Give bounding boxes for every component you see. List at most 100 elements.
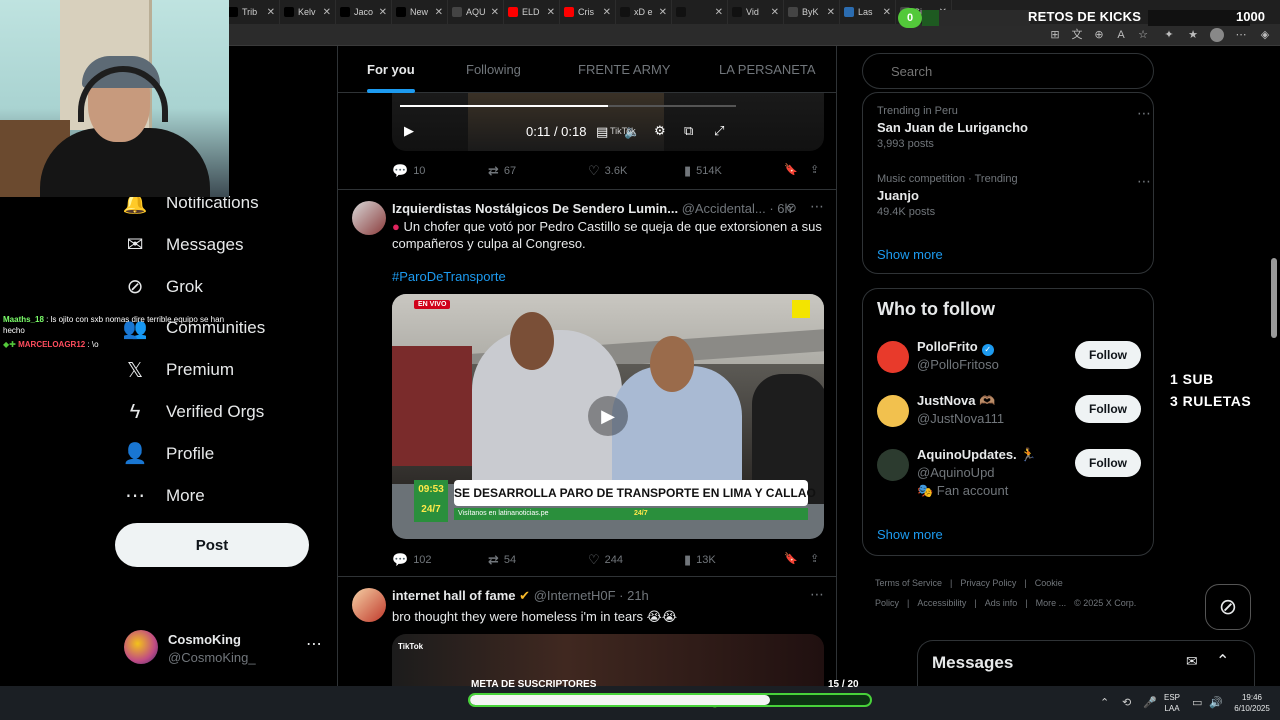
tab-groups-icon[interactable]: ⊞ <box>1048 28 1062 42</box>
views-button[interactable]: ▮ 514K <box>684 163 722 179</box>
avatar[interactable] <box>877 395 909 427</box>
close-icon[interactable]: ✕ <box>771 7 779 18</box>
video-player[interactable]: EN VIVO ▶ 09:53 24/7 SE DESARROLLA PARO D… <box>392 294 824 539</box>
follow-suggestion[interactable]: JustNova 🫶🏽 @JustNova111 Follow <box>877 393 1141 437</box>
grok-icon[interactable]: ⊘ <box>786 200 797 216</box>
author-handle[interactable]: @Accidental... <box>682 201 766 216</box>
system-clock[interactable]: 19:46 6/10/2025 <box>1228 692 1276 714</box>
nav-item-verified-orgs[interactable]: ϟ Verified Orgs <box>122 396 265 428</box>
account-switcher[interactable]: CosmoKing @CosmoKing_ ⋯ <box>124 630 324 666</box>
browser-tab[interactable]: Las ✕ <box>840 0 896 24</box>
author-avatar[interactable] <box>352 201 386 235</box>
tab-for-you[interactable]: For you <box>367 46 415 93</box>
more-dots-icon[interactable]: ⋯ <box>1137 105 1151 122</box>
nav-item-profile[interactable]: 👤 Profile <box>122 438 215 470</box>
footer-link[interactable]: Terms of Service <box>875 578 942 588</box>
close-icon[interactable]: ✕ <box>883 7 891 18</box>
close-icon[interactable]: ✕ <box>547 7 555 18</box>
footer-link[interactable]: © 2025 X Corp. <box>1074 598 1136 608</box>
more-dots-icon[interactable]: ⋯ <box>810 586 824 603</box>
browser-tab[interactable]: Kelv ✕ <box>280 0 336 24</box>
browser-tab[interactable]: New ✕ <box>392 0 448 24</box>
browser-tab[interactable]: Cris ✕ <box>560 0 616 24</box>
display-icon[interactable]: ▭ <box>1192 696 1202 709</box>
browser-tab[interactable]: Jaco ✕ <box>336 0 392 24</box>
microphone-icon[interactable]: 🎤 <box>1143 696 1157 709</box>
like-button[interactable]: ♡ 244 <box>588 552 623 568</box>
close-icon[interactable]: ✕ <box>323 7 331 18</box>
tab-following[interactable]: Following <box>466 46 521 93</box>
language-indicator[interactable]: ESP LAA <box>1164 692 1180 714</box>
captions-icon[interactable]: ▤ <box>596 124 608 140</box>
bookmark-icon[interactable]: 🔖 <box>784 163 798 176</box>
nav-item-grok[interactable]: ⊘ Grok <box>122 271 203 303</box>
nav-item-messages[interactable]: ✉ Messages <box>122 229 244 261</box>
more-dots-icon[interactable]: ⋯ <box>810 198 824 215</box>
search-input[interactable] <box>862 53 1154 89</box>
menu-dots-icon[interactable]: ⋯ <box>1234 28 1248 42</box>
footer-link[interactable]: Accessibility <box>917 598 966 608</box>
share-icon[interactable]: ⇪ <box>810 163 819 176</box>
suggestion-handle[interactable]: @AquinoUpd <box>917 465 995 480</box>
settings-gear-icon[interactable]: ⚙ <box>654 123 666 139</box>
post-time[interactable]: · 21h <box>619 588 649 603</box>
tab-frente-army[interactable]: FRENTE ARMY <box>578 46 670 93</box>
collections-icon[interactable]: ★ <box>1186 28 1200 42</box>
close-icon[interactable]: ✕ <box>435 7 443 18</box>
nav-item-premium[interactable]: 𝕏 Premium <box>122 354 234 386</box>
author-handle[interactable]: @InternetH0F <box>534 588 616 603</box>
follow-suggestion[interactable]: PolloFrito ✓ @PolloFritoso Follow <box>877 339 1141 383</box>
suggestion-name[interactable]: AquinoUpdates. 🏃 <box>917 447 1036 463</box>
volume-icon[interactable]: 🔊 <box>1209 696 1223 709</box>
more-dots-icon[interactable]: ⋯ <box>306 634 322 654</box>
browser-tab[interactable]: xD e ✕ <box>616 0 672 24</box>
more-dots-icon[interactable]: ⋯ <box>1137 173 1151 190</box>
suggestion-handle[interactable]: @JustNova111 <box>917 411 1004 426</box>
close-icon[interactable]: ✕ <box>491 7 499 18</box>
views-button[interactable]: ▮ 13K <box>684 552 716 568</box>
copilot-icon[interactable]: ◈ <box>1258 28 1272 42</box>
reply-button[interactable]: 💬 102 <box>392 552 432 568</box>
follow-button[interactable]: Follow <box>1075 449 1141 477</box>
author-name[interactable]: Izquierdistas Nostálgicos De Sendero Lum… <box>392 201 678 216</box>
show-more-link[interactable]: Show more <box>877 247 943 262</box>
expand-up-icon[interactable]: ⌃ <box>1216 651 1229 671</box>
profile-avatar-icon[interactable] <box>1210 28 1224 42</box>
read-aloud-icon[interactable]: A <box>1114 28 1128 42</box>
trend-item[interactable]: Trending in Peru San Juan de Lurigancho … <box>877 105 1151 150</box>
close-icon[interactable]: ✕ <box>659 7 667 18</box>
footer-link[interactable]: More ... <box>1036 598 1067 608</box>
close-icon[interactable]: ✕ <box>715 7 723 18</box>
reply-button[interactable]: 💬 10 <box>392 163 425 179</box>
author-name[interactable]: internet hall of fame <box>392 588 516 603</box>
bookmark-icon[interactable]: 🔖 <box>784 552 798 565</box>
play-icon[interactable]: ▶ <box>404 123 414 139</box>
grok-icon[interactable]: ⊘ <box>1205 584 1251 630</box>
footer-link[interactable]: Privacy Policy <box>960 578 1016 588</box>
follow-button[interactable]: Follow <box>1075 341 1141 369</box>
browser-tab[interactable]: Trib ✕ <box>224 0 280 24</box>
chevron-up-icon[interactable]: ⌃ <box>1100 696 1109 709</box>
translate-icon[interactable]: 文 <box>1070 28 1084 42</box>
repost-button[interactable]: ⇄ 67 <box>488 163 516 179</box>
footer-link[interactable]: Ads info <box>985 598 1018 608</box>
browser-tab[interactable]: ✕ <box>672 0 728 24</box>
suggestion-name[interactable]: PolloFrito ✓ <box>917 339 994 356</box>
author-avatar[interactable] <box>352 588 386 622</box>
avatar[interactable] <box>877 341 909 373</box>
repost-button[interactable]: ⇄ 54 <box>488 552 516 568</box>
suggestion-name[interactable]: JustNova 🫶🏽 <box>917 393 995 409</box>
page-scrollbar[interactable] <box>1270 46 1278 686</box>
play-icon[interactable]: ▶ <box>588 396 628 436</box>
pip-icon[interactable]: ⧉ <box>684 123 693 139</box>
trend-item[interactable]: Music competition · Trending Juanjo 49.4… <box>877 173 1151 218</box>
share-icon[interactable]: ⇪ <box>810 552 819 565</box>
hashtag-link[interactable]: #ParoDeTransporte <box>392 268 506 285</box>
favorite-star-icon[interactable]: ☆ <box>1136 28 1150 42</box>
browser-tab[interactable]: AQU ✕ <box>448 0 504 24</box>
browser-tab[interactable]: Vid ✕ <box>728 0 784 24</box>
zoom-icon[interactable]: ⊕ <box>1092 28 1106 42</box>
like-button[interactable]: ♡ 3.6K <box>588 163 627 179</box>
extension-icon[interactable]: ✦ <box>1162 28 1176 42</box>
suggestion-handle[interactable]: @PolloFritoso <box>917 357 999 372</box>
